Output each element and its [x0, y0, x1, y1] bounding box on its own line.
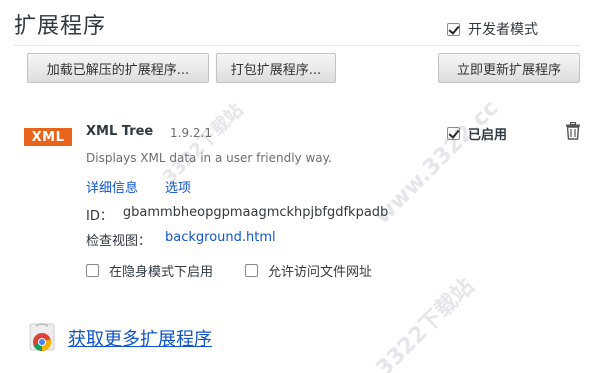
- enabled-label: 已启用: [468, 128, 508, 143]
- extension-id-value: gbammbheopgpmaagmckhpjbfgdfkpadb: [122, 205, 389, 220]
- watermark-site: 3322下载站: [158, 99, 248, 189]
- developer-mode-checkbox[interactable]: [447, 22, 460, 36]
- trash-icon-graphic: [566, 121, 580, 140]
- extension-description: Displays XML data in a user friendly way…: [86, 151, 332, 165]
- load-unpacked-button[interactable]: 加载已解压的扩展程序...: [27, 53, 209, 83]
- update-extensions-button[interactable]: 立即更新扩展程序: [438, 53, 580, 83]
- enabled-toggle[interactable]: 已启用: [447, 124, 507, 143]
- chrome-webstore-graphic: [29, 323, 55, 352]
- chrome-webstore-icon[interactable]: [27, 322, 57, 352]
- extension-version: 1.9.2.1: [170, 126, 212, 140]
- extension-id-label: ID：: [86, 209, 113, 224]
- pack-extension-button[interactable]: 打包扩展程序...: [216, 53, 336, 83]
- details-link[interactable]: 详细信息: [86, 177, 138, 196]
- extension-logo: XML: [24, 128, 72, 146]
- file-url-label: 允许访问文件网址: [268, 265, 373, 280]
- extension-id-row: ID： gbammbheopgpmaagmckhpjbfgdfkpadb: [86, 205, 388, 224]
- developer-mode-toggle[interactable]: 开发者模式: [447, 19, 538, 39]
- inspect-views-row: 检查视图： background.html: [86, 230, 276, 249]
- incognito-checkbox[interactable]: [86, 264, 99, 277]
- watermark-site-bottom: 3322下载站: [371, 273, 480, 373]
- page-title: 扩展程序: [14, 14, 107, 39]
- header-divider: [14, 45, 580, 46]
- extension-name: XML Tree: [86, 124, 154, 139]
- incognito-option[interactable]: 在隐身模式下启用: [86, 261, 213, 280]
- options-link[interactable]: 选项: [165, 177, 191, 196]
- watermark-url: www.3322.cc: [370, 95, 504, 230]
- file-url-option[interactable]: 允许访问文件网址: [245, 261, 372, 280]
- file-url-checkbox[interactable]: [245, 264, 258, 277]
- incognito-label: 在隐身模式下启用: [109, 265, 214, 280]
- get-more-extensions-link[interactable]: 获取更多扩展程序: [68, 325, 212, 351]
- inspect-views-label: 检查视图：: [86, 234, 152, 249]
- background-page-link[interactable]: background.html: [165, 230, 276, 249]
- enabled-checkbox[interactable]: [447, 127, 460, 140]
- developer-mode-label: 开发者模式: [468, 22, 538, 38]
- trash-icon[interactable]: [565, 121, 581, 140]
